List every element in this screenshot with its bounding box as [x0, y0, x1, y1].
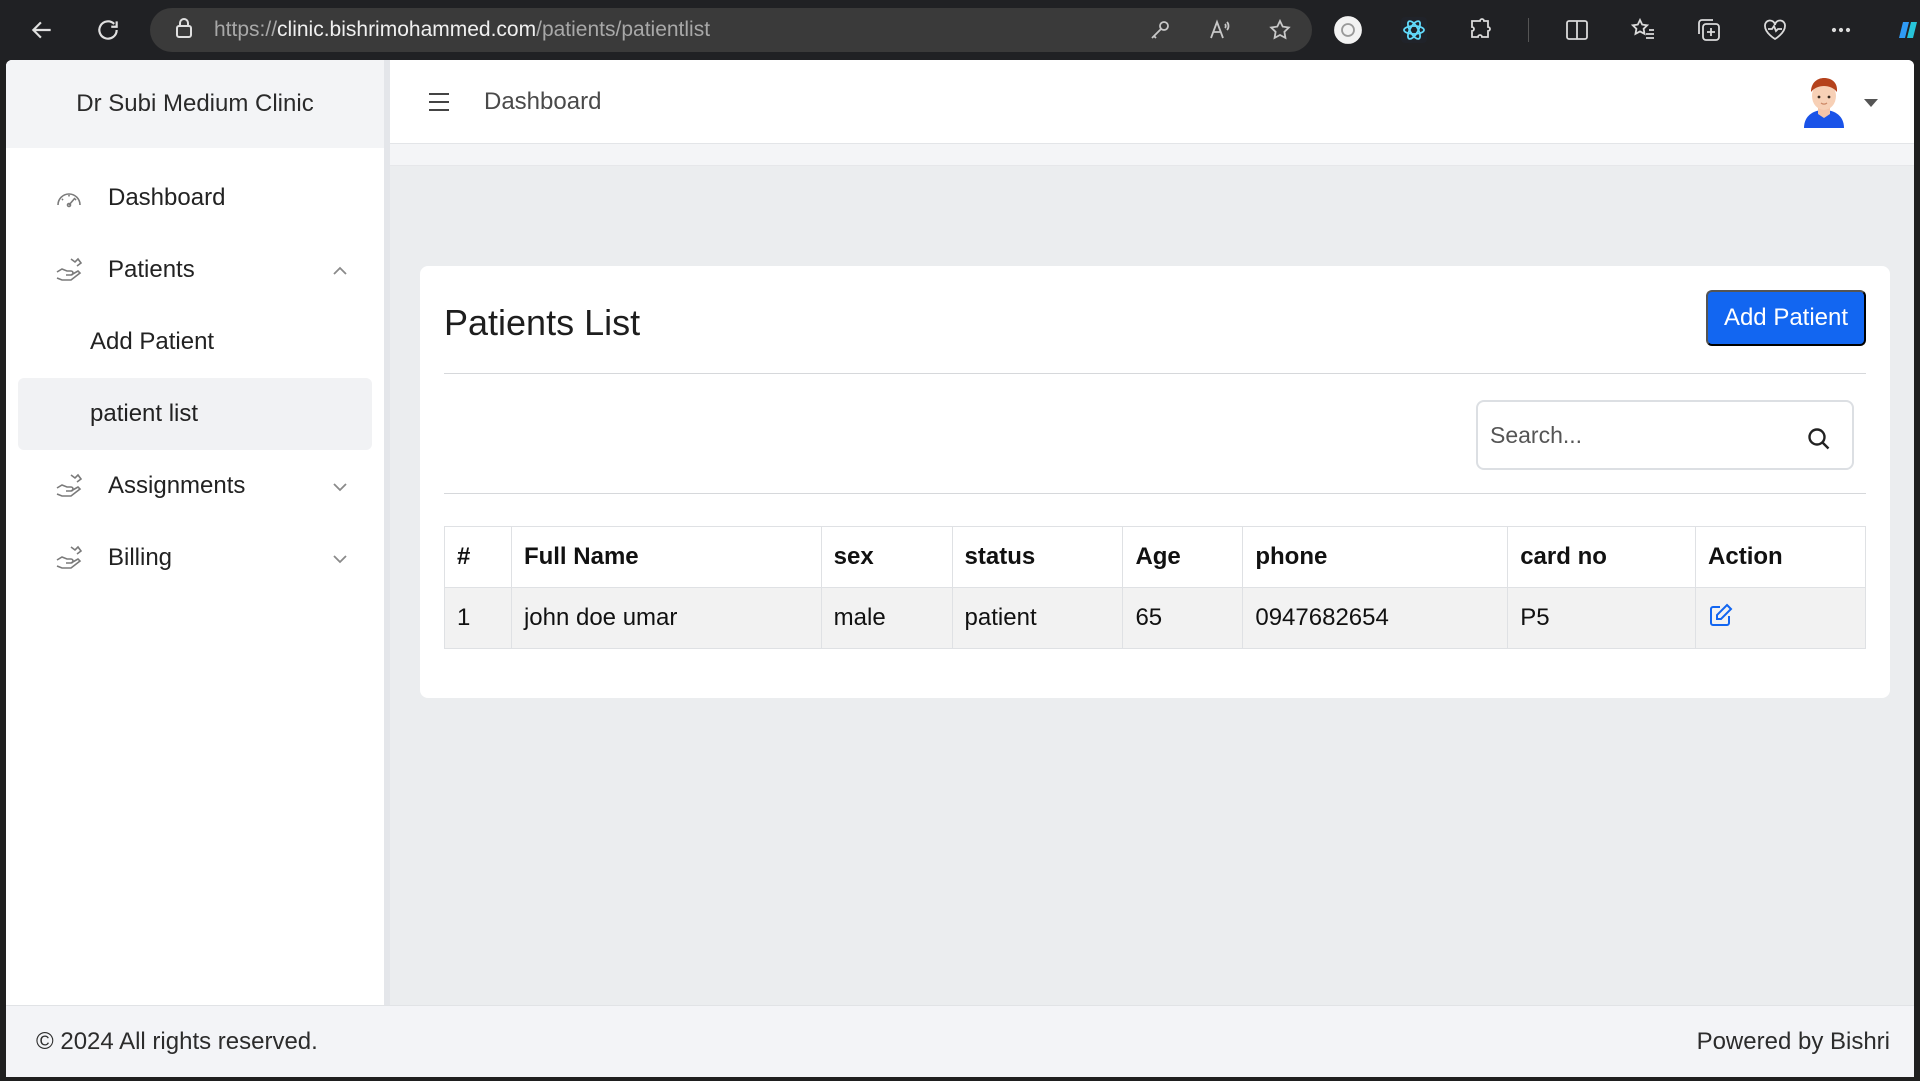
dashboard-gauge-icon [54, 183, 84, 213]
column-header-status: status [951, 526, 1124, 588]
search-input[interactable] [1490, 421, 1780, 449]
chevron-down-icon [330, 476, 350, 496]
column-header-full-name: Full Name [510, 526, 822, 588]
back-button[interactable] [18, 6, 66, 54]
more-options-icon[interactable] [1823, 12, 1859, 48]
sidebar: Dr Subi Medium Clinic Dashboard Patients… [6, 60, 390, 1005]
refresh-button[interactable] [84, 6, 132, 54]
column-header-age: Age [1122, 526, 1244, 588]
sidebar-item-add-patient[interactable]: Add Patient [18, 306, 372, 378]
sidebar-item-patients[interactable]: Patients [18, 234, 372, 306]
sidebar-item-billing[interactable]: Billing [18, 522, 372, 594]
avatar[interactable] [1800, 72, 1848, 133]
user-menu[interactable] [1800, 72, 1878, 133]
menu-toggle-icon[interactable] [426, 89, 452, 115]
search-box[interactable] [1476, 400, 1854, 470]
sidebar-item-dashboard[interactable]: Dashboard [18, 162, 372, 234]
patients-table: # Full Name sex status Age phone card no… [444, 526, 1866, 649]
sidebar-item-assignments[interactable]: Assignments [18, 450, 372, 522]
read-aloud-icon[interactable] [1208, 18, 1232, 42]
cell-age: 65 [1122, 587, 1244, 649]
app-window: Dr Subi Medium Clinic Dashboard Patients… [6, 60, 1914, 1077]
content-divider-strip [390, 144, 1914, 166]
copilot-icon[interactable] [1889, 12, 1920, 48]
brand-name: Dr Subi Medium Clinic [6, 60, 384, 148]
sidebar-item-patient-list[interactable]: patient list [18, 378, 372, 450]
cell-phone: 0947682654 [1242, 587, 1509, 649]
topbar-title[interactable]: Dashboard [484, 88, 601, 116]
split-screen-icon[interactable] [1559, 12, 1595, 48]
browser-essentials-icon[interactable] [1757, 12, 1793, 48]
extensions-puzzle-icon[interactable] [1462, 12, 1498, 48]
topbar: Dashboard [390, 60, 1914, 144]
column-header-phone: phone [1242, 526, 1509, 588]
url-text: https://clinic.bishrimohammed.com/patien… [214, 18, 710, 42]
cell-full-name: john doe umar [510, 587, 822, 649]
assignments-hand-icon [54, 471, 84, 501]
table-header-row: # Full Name sex status Age phone card no… [444, 526, 1866, 588]
cell-number: 1 [444, 587, 512, 649]
column-header-card-no: card no [1507, 526, 1697, 588]
cell-sex: male [820, 587, 953, 649]
url-scheme: https:// [214, 18, 278, 41]
cell-card-no: P5 [1507, 587, 1697, 649]
lock-icon [174, 17, 194, 44]
caret-down-icon[interactable] [1864, 98, 1878, 107]
edit-icon[interactable] [1708, 603, 1734, 634]
favorite-star-icon[interactable] [1268, 18, 1292, 42]
card-header: Patients List Add Patient [444, 290, 1866, 374]
column-header-number: # [444, 526, 512, 588]
billing-hand-icon [54, 543, 84, 573]
table-row: 1 john doe umar male patient 65 09476826… [444, 587, 1866, 649]
chevron-down-icon [330, 548, 350, 568]
cell-status: patient [951, 587, 1124, 649]
sidebar-item-label: Patients [108, 256, 195, 283]
add-patient-button[interactable]: Add Patient [1706, 290, 1866, 346]
sidebar-item-label: patient list [90, 400, 199, 427]
patients-hand-icon [54, 255, 84, 285]
powered-by-text: Powered by Bishri [1696, 1027, 1890, 1055]
react-devtools-icon[interactable] [1396, 12, 1432, 48]
browser-toolbar: https://clinic.bishrimohammed.com/patien… [0, 0, 1920, 60]
sidebar-item-label: Dashboard [108, 184, 226, 211]
patients-card: Patients List Add Patient Search... # Fu… [420, 266, 1890, 698]
search-icon[interactable] [1806, 426, 1832, 452]
main-content: Patients List Add Patient Search... # Fu… [390, 144, 1914, 1005]
toolbar-separator [1528, 18, 1529, 42]
url-host: clinic.bishrimohammed.com [277, 18, 537, 41]
key-icon[interactable] [1148, 18, 1172, 42]
sidebar-item-label: Add Patient [90, 328, 215, 355]
profile-extension-icon[interactable] [1330, 12, 1366, 48]
copyright-text: © 2024 All rights reserved. [36, 1027, 318, 1055]
favorites-icon[interactable] [1625, 12, 1661, 48]
search-row [444, 374, 1866, 494]
sidebar-item-label: Billing [108, 544, 173, 571]
collections-icon[interactable] [1691, 12, 1727, 48]
sidebar-nav: Dashboard Patients Add Patient patient l… [6, 148, 384, 594]
refresh-icon [98, 20, 118, 40]
sidebar-item-label: Assignments [108, 472, 246, 499]
cell-action [1695, 587, 1866, 649]
address-bar[interactable]: https://clinic.bishrimohammed.com/patien… [150, 8, 1312, 52]
chevron-up-icon [330, 260, 350, 280]
column-header-sex: sex [820, 526, 953, 588]
column-header-action: Action [1695, 526, 1866, 588]
back-arrow-icon [31, 21, 51, 39]
page-title: Patients List [444, 302, 641, 343]
footer: © 2024 All rights reserved. Powered by B… [6, 1005, 1914, 1077]
url-path: /patients/patientlist [536, 18, 711, 41]
